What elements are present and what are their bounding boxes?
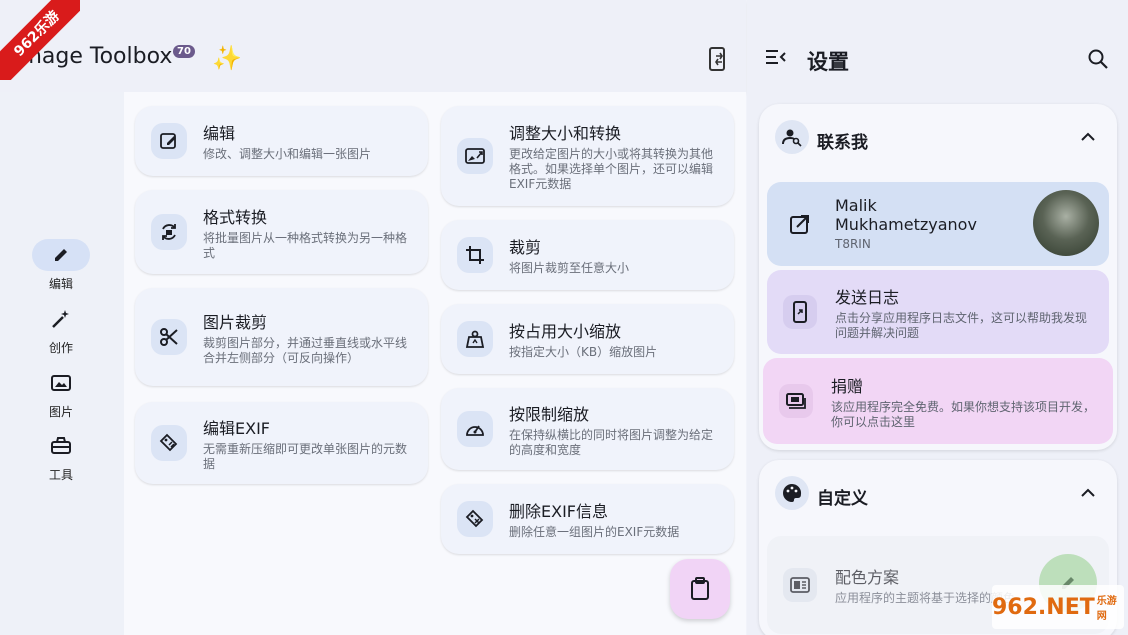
tool-title: 编辑 [203, 124, 236, 143]
crop-icon [457, 237, 493, 273]
settings-panel: 设置 联系我 Malik Mukhametzyanov T8RIN 发送日志 点… [747, 0, 1128, 635]
convert-icon [151, 214, 187, 250]
tool-title: 编辑EXIF [203, 418, 270, 438]
site-watermark: 962.NET 乐游网 [992, 585, 1124, 629]
tools-grid: 编辑 修改、调整大小和编辑一张图片 格式转换 将批量图片从一种格式转换为另一种格… [124, 92, 746, 635]
donate-card[interactable]: 捐赠 该应用程序完全免费。如果你想支持该项目开发，你可以点击这里 [763, 358, 1113, 444]
tool-card-resize-convert[interactable]: 调整大小和转换 更改给定图片的大小或将其转换为其他格式。如果选择单个图片，还可以… [441, 106, 734, 206]
clipboard-icon [691, 577, 709, 600]
author-handle: T8RIN [835, 237, 871, 251]
tool-desc: 裁剪图片部分，并通过垂直线或水平线合并左侧部分（可反向操作） [203, 335, 408, 365]
resize-image-icon [457, 138, 493, 174]
toolbox-icon [51, 437, 71, 454]
tool-desc: 修改、调整大小和编辑一张图片 [203, 147, 372, 161]
weight-icon [457, 321, 493, 357]
send-logs-card[interactable]: 发送日志 点击分享应用程序日志文件，这可以帮助我发现问题并解决问题 [767, 270, 1109, 354]
tool-card-format-convert[interactable]: 格式转换 将批量图片从一种格式转换为另一种格式 [135, 190, 428, 274]
phone-layout-icon[interactable] [706, 46, 730, 74]
color-scheme-icon [783, 568, 817, 602]
corner-watermark-label: 962乐游 [0, 0, 80, 80]
tool-desc: 将图片裁剪至任意大小 [509, 261, 630, 275]
author-name: Malik Mukhametzyanov [835, 196, 977, 234]
tool-card-crop[interactable]: 裁剪 将图片裁剪至任意大小 [441, 220, 734, 290]
site-watermark-label: 962.NET [992, 594, 1095, 620]
tag-remove-icon [457, 501, 493, 537]
nav-item-images[interactable]: 图片 [30, 367, 92, 420]
tool-title: 格式转换 [203, 207, 268, 227]
customize-section-title: 自定义 [817, 489, 868, 509]
tool-title: 图片裁剪 [203, 312, 268, 332]
version-badge: 70 [173, 45, 195, 58]
contact-section-title: 联系我 [817, 133, 868, 153]
navigation-rail: 编辑 创作 图片 工具 [0, 92, 124, 635]
tool-title: 裁剪 [509, 238, 542, 257]
nav-pill [32, 430, 90, 462]
nav-pill [32, 303, 90, 335]
edit-image-icon [151, 123, 187, 159]
tool-desc: 删除任意一组图片的EXIF元数据 [509, 525, 680, 539]
tool-title: 按限制缩放 [509, 404, 590, 424]
contact-section: 联系我 Malik Mukhametzyanov T8RIN 发送日志 点击分享… [759, 104, 1117, 450]
tool-desc: 按指定大小（KB）缩放图片 [509, 345, 658, 359]
scissors-icon [151, 319, 187, 355]
tool-desc: 在保持纵横比的同时将图片调整为给定的高度和宽度 [509, 427, 714, 457]
settings-title: 设置 [807, 50, 849, 74]
contact-search-icon [775, 120, 809, 154]
nav-item-create[interactable]: 创作 [30, 303, 92, 356]
share-phone-icon [783, 295, 817, 329]
tag-edit-icon [151, 425, 187, 461]
tool-desc: 将批量图片从一种格式转换为另一种格式 [203, 230, 408, 260]
open-link-icon [783, 207, 817, 241]
collapse-menu-icon[interactable] [765, 48, 787, 66]
chevron-up-icon[interactable] [1081, 488, 1095, 498]
nav-pill [32, 367, 90, 399]
tool-title: 删除EXIF信息 [509, 502, 608, 521]
tool-title: 调整大小和转换 [509, 124, 622, 143]
corner-watermark: 962乐游 [0, 0, 80, 80]
author-card[interactable]: Malik Mukhametzyanov T8RIN [767, 182, 1109, 266]
settings-header: 设置 [747, 0, 1128, 92]
magic-wand-icon [52, 310, 69, 328]
search-icon[interactable] [1087, 48, 1109, 70]
gauge-icon [457, 411, 493, 447]
nav-label: 图片 [48, 405, 73, 419]
send-logs-desc: 点击分享应用程序日志文件，这可以帮助我发现问题并解决问题 [835, 310, 1088, 340]
donate-title: 捐赠 [831, 376, 864, 396]
tool-desc: 更改给定图片的大小或将其转换为其他格式。如果选择单个图片，还可以编辑EXIF元数… [509, 147, 714, 191]
tool-desc: 无需重新压缩即可更改单张图片的元数据 [203, 441, 408, 471]
tool-title: 按占用大小缩放 [509, 322, 622, 341]
nav-label: 编辑 [48, 277, 73, 291]
tool-card-edit-exif[interactable]: 编辑EXIF 无需重新压缩即可更改单张图片的元数据 [135, 402, 428, 484]
image-icon [51, 375, 71, 391]
tool-card-delete-exif[interactable]: 删除EXIF信息 删除任意一组图片的EXIF元数据 [441, 484, 734, 554]
nav-item-edit[interactable]: 编辑 [30, 239, 92, 292]
donate-desc: 该应用程序完全免费。如果你想支持该项目开发，你可以点击这里 [831, 399, 1096, 429]
tool-card-resize-by-weight[interactable]: 按占用大小缩放 按指定大小（KB）缩放图片 [441, 304, 734, 374]
send-logs-title: 发送日志 [835, 287, 900, 307]
main-app-bar: Image Toolbox 70 ✨ [0, 0, 746, 92]
palette-icon [775, 476, 809, 510]
site-watermark-sub: 乐游网 [1096, 596, 1117, 622]
donate-icon [779, 384, 813, 418]
nav-label: 工具 [48, 468, 73, 482]
pencil-icon [55, 249, 67, 261]
paste-fab-button[interactable] [670, 559, 730, 619]
nav-pill [32, 239, 90, 271]
tool-card-image-cut[interactable]: 图片裁剪 裁剪图片部分，并通过垂直线或水平线合并左侧部分（可反向操作） [135, 288, 428, 386]
sparkle-icon[interactable]: ✨ [212, 44, 242, 72]
nav-label: 创作 [48, 341, 73, 355]
tool-card-edit[interactable]: 编辑 修改、调整大小和编辑一张图片 [135, 106, 428, 176]
chevron-up-icon[interactable] [1081, 132, 1095, 142]
avatar [1033, 190, 1099, 256]
nav-item-tools[interactable]: 工具 [30, 430, 92, 483]
tool-card-limit-resize[interactable]: 按限制缩放 在保持纵横比的同时将图片调整为给定的高度和宽度 [441, 388, 734, 470]
